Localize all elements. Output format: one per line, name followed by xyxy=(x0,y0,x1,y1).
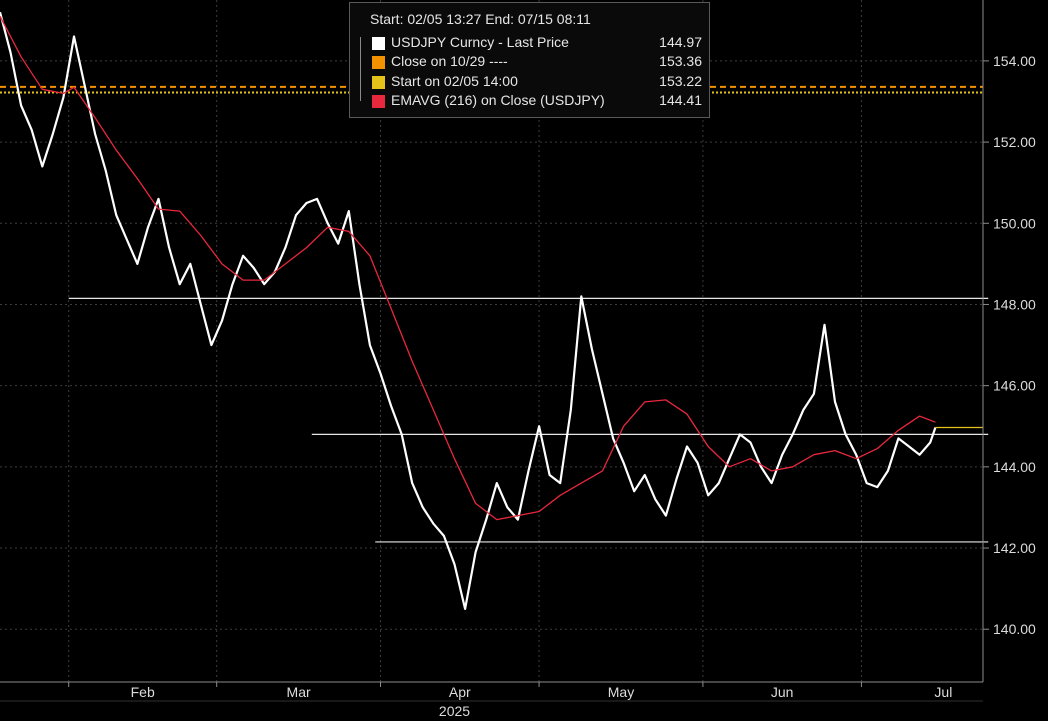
y-tick-label: 150.00 xyxy=(993,215,1036,231)
legend-swatch-ema xyxy=(372,95,385,108)
legend-row-ema[interactable]: EMAVG (216) on Close (USDJPY) 144.41 xyxy=(372,92,702,111)
x-tick-label: Mar xyxy=(287,684,311,700)
y-tick-label: 154.00 xyxy=(993,53,1036,69)
legend-label: EMAVG (216) on Close (USDJPY) xyxy=(391,92,605,108)
y-tick-label: 148.00 xyxy=(993,296,1036,312)
legend-swatch-last-price xyxy=(372,37,385,50)
legend-label: Close on 10/29 ---- xyxy=(391,53,508,69)
legend-value: 144.97 xyxy=(659,34,702,50)
legend-row-close-ref[interactable]: Close on 10/29 ---- 153.36 xyxy=(372,53,702,72)
x-axis: Feb Mar Apr May Jun Jul 2025 xyxy=(0,681,983,719)
x-tick-label: Apr xyxy=(449,684,471,700)
y-tick-label: 140.00 xyxy=(993,621,1036,637)
legend-row-start-ref[interactable]: Start on 02/05 14:00 153.22 xyxy=(372,73,702,92)
legend-label: USDJPY Curncy - Last Price xyxy=(391,34,569,50)
legend-panel: Start: 02/05 13:27 End: 07/15 08:11 USDJ… xyxy=(349,2,710,118)
y-tick-label: 152.00 xyxy=(993,134,1036,150)
x-tick-label: Jun xyxy=(771,684,794,700)
x-tick-label: Feb xyxy=(131,684,155,700)
legend-label: Start on 02/05 14:00 xyxy=(391,73,518,89)
legend-value: 144.41 xyxy=(659,92,702,108)
y-tick-label: 146.00 xyxy=(993,378,1036,394)
y-tick-label: 142.00 xyxy=(993,540,1036,556)
y-tick-label: 144.00 xyxy=(993,459,1036,475)
x-axis-year-label: 2025 xyxy=(439,703,470,719)
legend-swatch-start-ref xyxy=(372,76,385,89)
y-axis: 140.00 142.00 144.00 146.00 148.00 150.00 152.… xyxy=(982,0,1036,682)
legend-date-range: Start: 02/05 13:27 End: 07/15 08:11 xyxy=(370,11,591,27)
legend-swatch-close-ref xyxy=(372,56,385,69)
legend-value: 153.22 xyxy=(659,73,702,89)
legend-bracket xyxy=(360,37,367,101)
x-tick-label: May xyxy=(608,684,634,700)
horizontal-level-lines xyxy=(68,297,989,543)
legend-row-last-price[interactable]: USDJPY Curncy - Last Price 144.97 xyxy=(372,34,702,53)
x-tick-label: Jul xyxy=(934,684,952,700)
legend-value: 153.36 xyxy=(659,53,702,69)
